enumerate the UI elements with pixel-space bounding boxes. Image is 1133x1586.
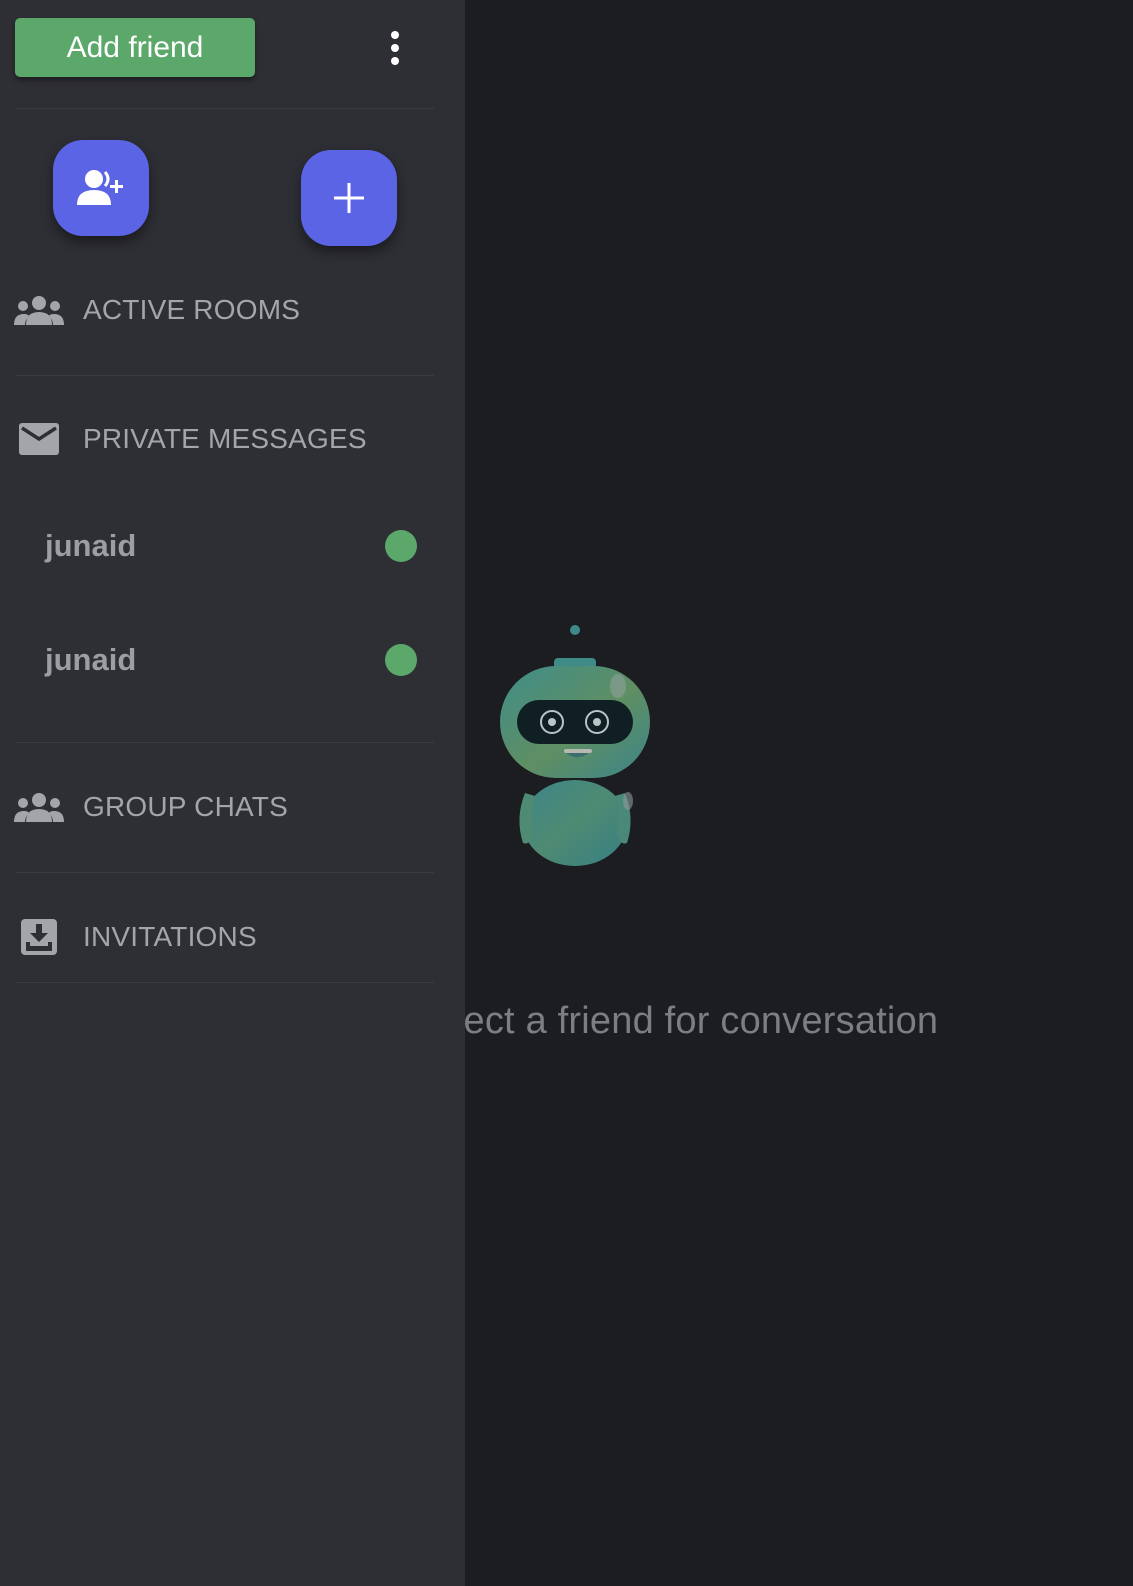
- add-room-fab-button[interactable]: [301, 150, 397, 246]
- section-active-rooms[interactable]: ACTIVE ROOMS: [0, 280, 465, 340]
- sidebar-header: Add friend: [0, 0, 465, 108]
- section-label-invitations: INVITATIONS: [83, 921, 257, 952]
- divider: [16, 742, 434, 743]
- online-status-dot: [385, 530, 417, 562]
- groups-icon: [14, 290, 64, 330]
- section-label-group-chats: GROUP CHATS: [83, 791, 288, 822]
- section-label-private-messages: PRIVATE MESSAGES: [83, 423, 367, 454]
- contact-name: junaid: [45, 642, 137, 677]
- robot-illustration: [500, 625, 650, 866]
- add-user-fab-button[interactable]: [53, 140, 149, 236]
- divider: [16, 872, 434, 873]
- section-label-active-rooms: ACTIVE ROOMS: [83, 294, 301, 325]
- contact-item[interactable]: junaid: [0, 625, 440, 695]
- add-friend-button[interactable]: Add friend: [15, 18, 255, 77]
- divider: [16, 982, 434, 983]
- divider: [16, 108, 434, 109]
- online-status-dot: [385, 644, 417, 676]
- more-options-icon[interactable]: [380, 27, 410, 69]
- app-root: Select a friend for conversation Add fri…: [0, 0, 1133, 1586]
- mail-icon: [14, 419, 64, 459]
- inbox-download-icon: [14, 917, 64, 957]
- plus-icon: [334, 183, 364, 213]
- divider: [16, 375, 434, 376]
- groups-icon: [14, 787, 64, 827]
- contact-name: junaid: [45, 528, 137, 563]
- contact-item[interactable]: junaid: [0, 511, 440, 581]
- empty-state-message: Select a friend for conversation: [408, 1000, 939, 1042]
- section-group-chats[interactable]: GROUP CHATS: [0, 777, 465, 837]
- person-add-icon: [77, 170, 123, 205]
- section-private-messages[interactable]: PRIVATE MESSAGES: [0, 409, 465, 469]
- section-invitations[interactable]: INVITATIONS: [0, 907, 465, 967]
- sidebar-drawer: Add friend ACTIVE ROOMS PRIVATE MESSAGES…: [0, 0, 465, 1586]
